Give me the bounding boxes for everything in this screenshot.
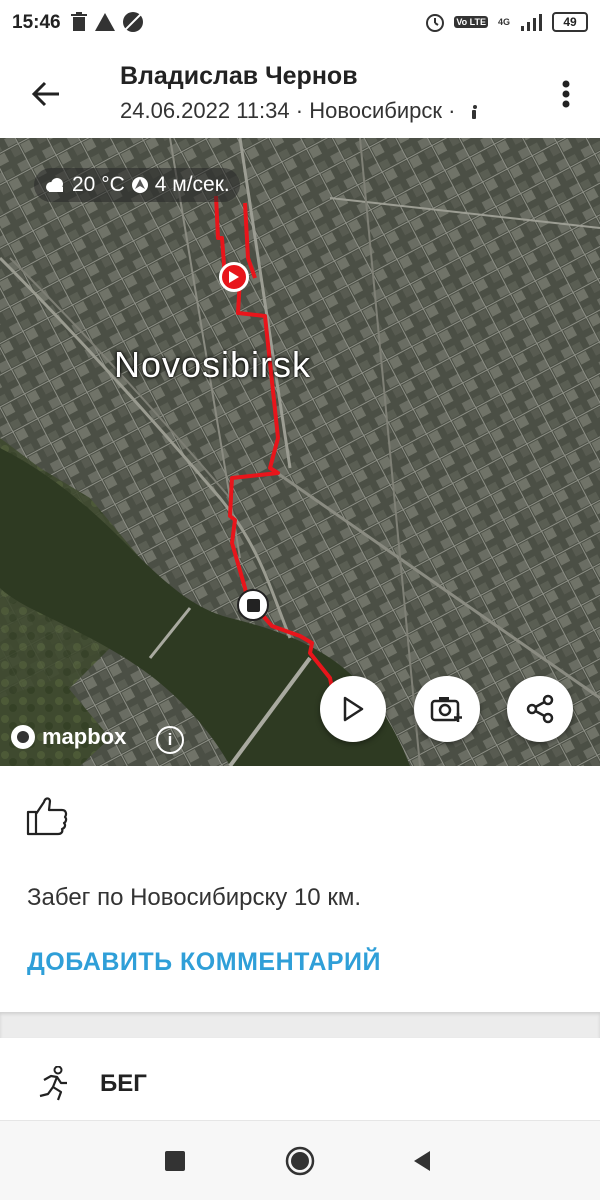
status-left-icons [70,11,144,33]
triangle-back-icon [414,1151,430,1171]
alarm-icon [426,14,445,32]
satellite-map-background [0,138,600,766]
battery-indicator: 49 [552,12,588,32]
mapbox-logo[interactable]: mapbox [10,724,126,750]
add-photo-button[interactable] [414,676,480,742]
more-vert-icon [562,80,570,108]
play-marker-icon [229,271,239,283]
cloud-icon [46,178,63,192]
home-circle-icon [285,1146,315,1176]
add-comment-button[interactable]: ДОБАВИТЬ КОММЕНТАРИЙ [27,948,381,977]
recents-button[interactable] [157,1143,193,1179]
square-icon [165,1151,185,1171]
activity-details: Забег по Новосибирску 10 км. ДОБАВИТЬ КО… [0,766,600,1012]
play-icon [343,696,364,722]
status-time: 15:46 [12,12,61,33]
system-nav-bar [0,1120,600,1200]
activity-meta: 24.06.2022 11:34 · Новосибирск · [120,98,530,124]
network-type-badge: 4G [497,17,510,27]
trash-icon [71,12,87,31]
mapbox-label: mapbox [42,724,127,749]
back-nav-button[interactable] [404,1143,440,1179]
activity-type-label: БЕГ [100,1070,147,1097]
signal-icon [521,14,542,31]
home-button[interactable] [282,1143,318,1179]
route-start-marker[interactable] [219,262,249,292]
warning-icon [95,13,115,31]
app-header: Владислав Чернов 24.06.2022 11:34 · Ново… [0,48,600,138]
weather-chip: 20 °C 4 м/сек. [34,168,240,202]
globe-off-icon [123,12,143,32]
stop-marker-icon [246,598,260,612]
walker-icon [471,105,477,119]
map-info-button[interactable]: i [156,726,184,754]
activity-date-location: 24.06.2022 11:34 · Новосибирск · [120,98,456,123]
activity-type-row: БЕГ [0,1038,600,1120]
add-photo-icon [430,697,462,722]
temperature-value: 20 °C [72,173,125,196]
share-icon [526,694,554,724]
wind-direction-icon [131,177,148,193]
run-icon [39,1066,67,1101]
mapbox-icon [11,725,35,749]
athlete-name: Владислав Чернов [120,62,358,90]
share-button[interactable] [507,676,573,742]
arrow-back-icon [31,81,59,107]
kudos-button[interactable] [24,792,70,838]
play-flyover-button[interactable] [320,676,386,742]
thumbs-up-icon [26,797,68,836]
status-right-icons: Vo LTE 4G 49 [424,11,588,33]
activity-map[interactable]: 20 °C 4 м/сек. Novosibirsk mapbox i [0,138,600,766]
back-button[interactable] [26,74,66,114]
wind-value: 4 м/сек. [154,173,230,196]
more-options-button[interactable] [552,74,580,114]
map-city-label: Novosibirsk [114,344,312,385]
volte-badge: Vo LTE [454,16,488,28]
route-end-marker[interactable] [237,589,269,621]
activity-description: Забег по Новосибирску 10 км. [27,884,361,911]
section-divider [0,1012,600,1038]
status-bar: 15:46 Vo LTE 4G 49 [0,0,600,48]
